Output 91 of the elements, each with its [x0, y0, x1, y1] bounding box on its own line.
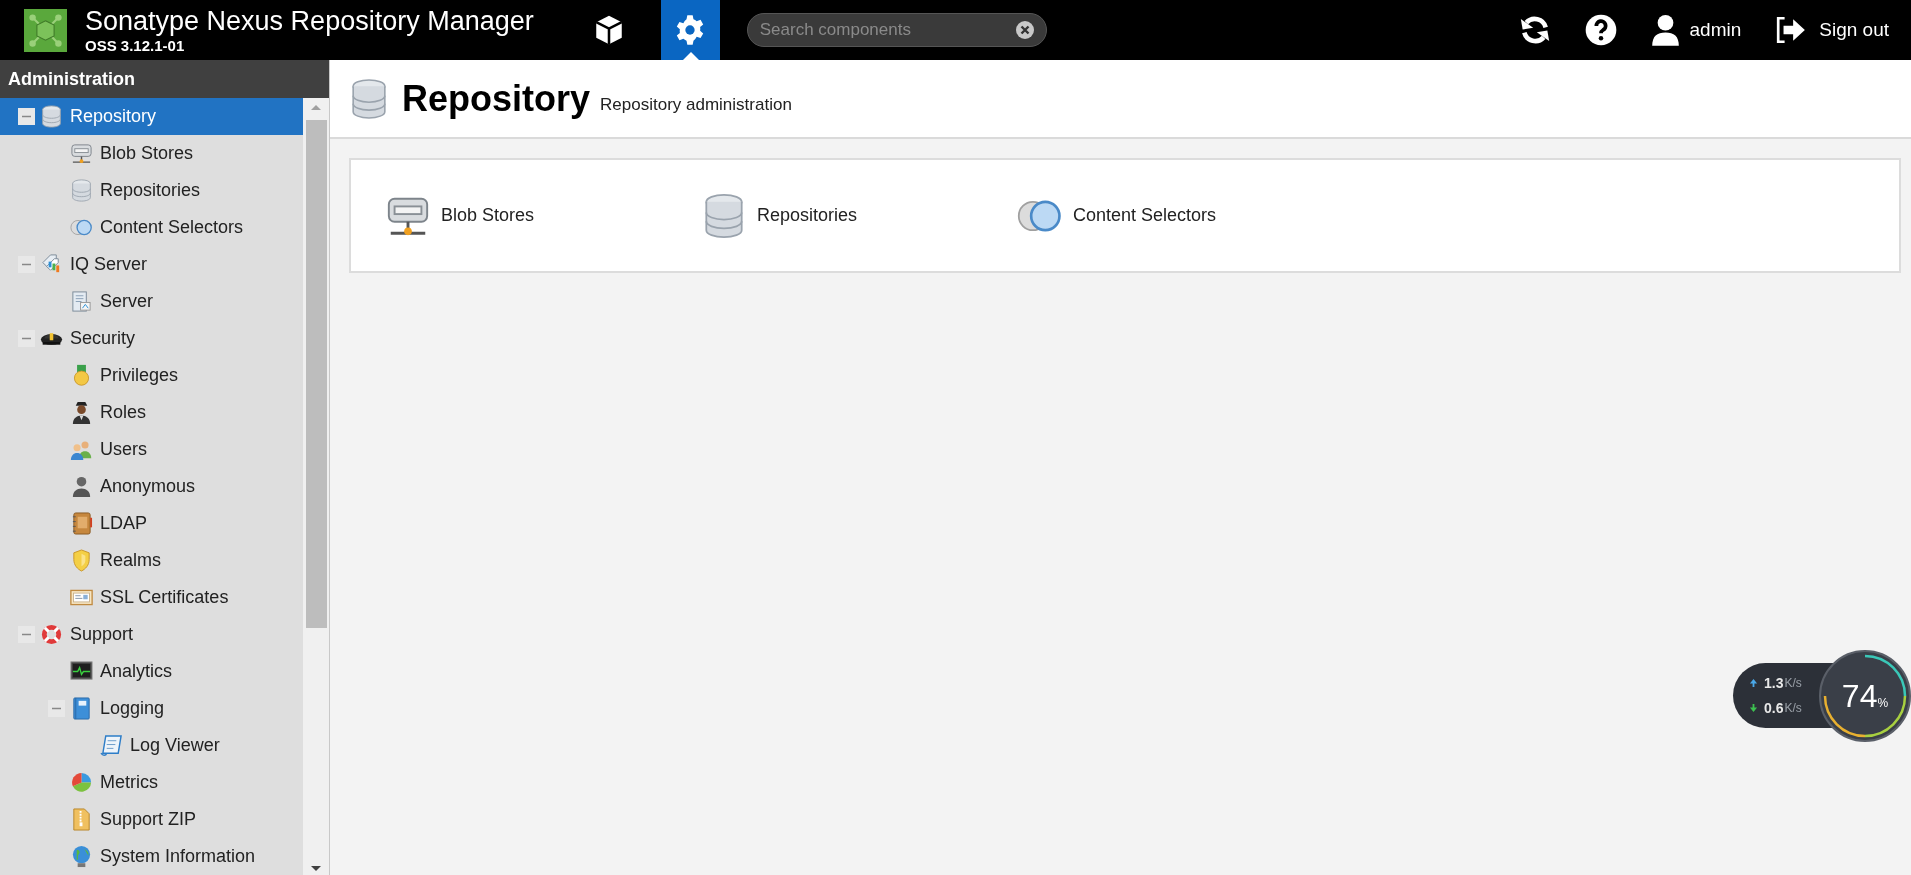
tree-item[interactable]: Analytics — [0, 653, 303, 690]
book-icon — [70, 697, 93, 720]
tree-item[interactable]: Privileges — [0, 357, 303, 394]
document-icon — [70, 290, 93, 313]
scrollbar[interactable] — [303, 98, 329, 875]
person-icon — [70, 475, 93, 498]
tree-item-label: Repositories — [100, 179, 201, 202]
tree-item[interactable]: Content Selectors — [0, 209, 303, 246]
tree-item-label: Anonymous — [100, 475, 196, 498]
scroll-down-icon[interactable] — [311, 866, 321, 871]
tree-item[interactable]: Support ZIP — [0, 801, 303, 838]
tree-item-label: Realms — [100, 549, 161, 572]
tree-item-label: Metrics — [100, 771, 158, 794]
tree-item[interactable]: LDAP — [0, 505, 303, 542]
tree-item[interactable]: Users — [0, 431, 303, 468]
tree-item-label: IQ Server — [70, 253, 148, 276]
tree-item-label: System Information — [100, 845, 256, 868]
tree-item[interactable]: Support — [0, 616, 303, 653]
zip-file-icon — [70, 808, 93, 831]
collapse-icon[interactable] — [17, 626, 35, 643]
page-subtitle: Repository administration — [600, 93, 792, 116]
monitor-pulse-icon — [70, 660, 93, 683]
tree-item[interactable]: Realms — [0, 542, 303, 579]
refresh-icon[interactable] — [1518, 14, 1551, 46]
tree-item[interactable]: Server — [0, 283, 303, 320]
tree-item-label: Log Viewer — [130, 734, 220, 757]
speed-unit: K/s — [1784, 700, 1802, 717]
tree-item-label: Support ZIP — [100, 808, 197, 831]
usage-unit: % — [1877, 696, 1889, 712]
speed-value: 1.3 — [1764, 673, 1784, 693]
app-title: Sonatype Nexus Repository Manager — [85, 7, 534, 35]
tree-item[interactable]: Security — [0, 320, 303, 357]
user-button[interactable]: admin — [1650, 14, 1742, 46]
shield-icon — [70, 549, 93, 572]
tree-item[interactable]: Metrics — [0, 764, 303, 801]
tree-item-label: Roles — [100, 401, 147, 424]
tree-item[interactable]: Log Viewer — [0, 727, 303, 764]
officer-icon — [70, 401, 93, 424]
tree-item[interactable]: System Information — [0, 838, 303, 875]
tree-item[interactable]: Logging — [0, 690, 303, 727]
scrollbar-thumb[interactable] — [305, 120, 327, 628]
download-arrow-icon — [1749, 703, 1758, 713]
collapse-icon[interactable] — [47, 700, 65, 717]
tree-item-label: LDAP — [100, 512, 148, 535]
pie-chart-icon — [70, 771, 93, 794]
tree-item-label: Repository — [70, 105, 157, 128]
sidebar-title: Administration — [0, 60, 329, 98]
tree-item[interactable]: Repositories — [0, 172, 303, 209]
speed-value: 0.6 — [1764, 698, 1784, 718]
app-logo — [24, 8, 67, 52]
collapse-icon[interactable] — [17, 330, 35, 347]
admin-link[interactable]: Repositories — [701, 192, 1017, 239]
tree-item-label: Privileges — [100, 364, 179, 387]
version-label: OSS 3.12.1-01 — [85, 37, 186, 53]
upload-arrow-icon — [1749, 678, 1758, 688]
tree-item[interactable]: SSL Certificates — [0, 579, 303, 616]
globe-icon — [70, 845, 93, 868]
clear-icon[interactable] — [1014, 20, 1035, 40]
database-icon — [70, 179, 93, 202]
tree-item-label: Users — [100, 438, 147, 461]
admin-link[interactable]: Blob Stores — [385, 192, 701, 239]
admin-link[interactable]: Content Selectors — [1017, 192, 1333, 239]
scroll-up-icon[interactable] — [311, 105, 321, 110]
search-field[interactable]: Search components — [746, 13, 1047, 47]
sign-out-button[interactable]: Sign out — [1775, 15, 1889, 45]
tree-item-label: Content Selectors — [100, 216, 244, 239]
tree-item[interactable]: Roles — [0, 394, 303, 431]
tree-item-label: Blob Stores — [100, 142, 194, 165]
address-book-icon — [70, 512, 93, 535]
page-title: Repository — [402, 76, 591, 121]
user-icon — [1650, 14, 1680, 46]
tree-item-label: Analytics — [100, 660, 173, 683]
tree-item[interactable]: Blob Stores — [0, 135, 303, 172]
drive-icon — [70, 142, 93, 165]
tree-item[interactable]: Anonymous — [0, 468, 303, 505]
tree-item-label: Security — [70, 327, 136, 350]
collapse-icon[interactable] — [17, 108, 35, 125]
database-icon — [350, 77, 388, 120]
usage-value: 74 — [1841, 677, 1878, 716]
tree-item[interactable]: Repository — [0, 98, 303, 135]
tree-item-label: Server — [100, 290, 153, 313]
tree-item-label: Support — [70, 623, 134, 646]
tree-item[interactable]: IQ Server — [0, 246, 303, 283]
collapse-icon[interactable] — [17, 256, 35, 273]
scroll-icon — [100, 734, 123, 757]
speed-unit: K/s — [1784, 675, 1802, 692]
help-icon[interactable] — [1584, 14, 1617, 46]
tree-item-label: SSL Certificates — [100, 586, 229, 609]
database-icon — [40, 105, 63, 128]
lifebuoy-icon — [40, 623, 63, 646]
tree-item-label: Logging — [100, 697, 165, 720]
